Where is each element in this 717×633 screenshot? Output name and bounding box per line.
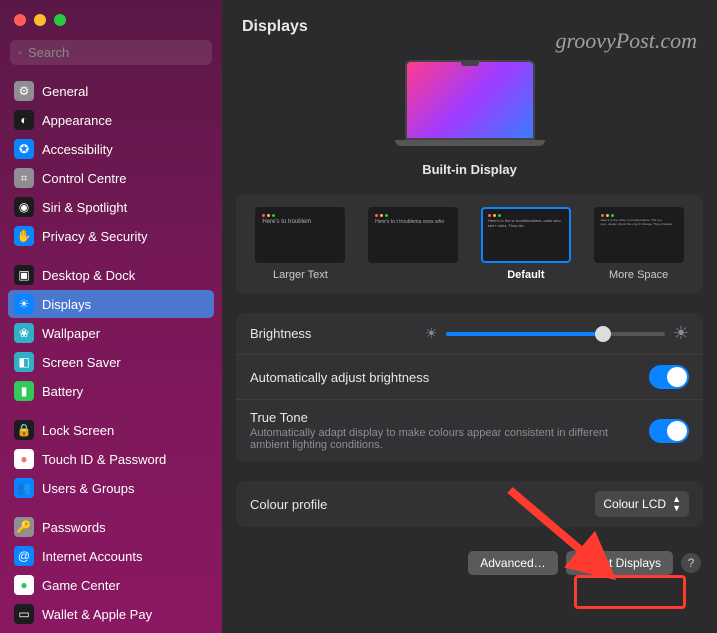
sidebar-item-label: Desktop & Dock <box>42 268 135 283</box>
users-groups-icon: 👥 <box>14 478 34 498</box>
resolution-label: Default <box>474 269 579 281</box>
sun-small-icon: ☀︎ <box>425 325 438 342</box>
minimize-icon[interactable] <box>34 14 46 26</box>
true-tone-label: True Tone <box>250 410 639 425</box>
passwords-icon: 🔑 <box>14 517 34 537</box>
display-name-label: Built-in Display <box>222 162 717 177</box>
sidebar-item-label: General <box>42 84 88 99</box>
sidebar-item-label: Displays <box>42 297 91 312</box>
privacy-security-icon: ✋ <box>14 226 34 246</box>
sidebar: ⚙ General ◐ Appearance ✪ Accessibility ⌗ Contro… <box>0 0 222 633</box>
sidebar-item-label: Battery <box>42 384 83 399</box>
colour-profile-label: Colour profile <box>250 497 585 512</box>
resolution-panel: Here's to troublemLarger TextHere's to t… <box>236 195 703 293</box>
search-icon <box>18 46 22 60</box>
zoom-icon[interactable] <box>54 14 66 26</box>
resolution-option[interactable]: Here's to troublemLarger Text <box>248 207 353 281</box>
brightness-label: Brightness <box>250 326 415 341</box>
sidebar-item-label: Passwords <box>42 520 106 535</box>
general-icon: ⚙ <box>14 81 34 101</box>
resolution-option[interactable]: Here's to the crazy on troublemakers. Th… <box>586 207 691 281</box>
sidebar-item-label: Wallpaper <box>42 326 100 341</box>
sidebar-item-label: Internet Accounts <box>42 549 142 564</box>
internet-accounts-icon: @ <box>14 546 34 566</box>
sidebar-item-label: Privacy & Security <box>42 229 147 244</box>
sidebar-item-privacy-security[interactable]: ✋ Privacy & Security <box>8 222 214 250</box>
sidebar-item-wallet-apple-pay[interactable]: ▭ Wallet & Apple Pay <box>8 600 214 628</box>
resolution-option[interactable]: Here's to t troublema ones who <box>361 207 466 281</box>
help-button[interactable]: ? <box>681 553 701 573</box>
sidebar-item-touch-id-password[interactable]: ● Touch ID & Password <box>8 445 214 473</box>
touch-id-password-icon: ● <box>14 449 34 469</box>
search-input[interactable] <box>28 45 204 60</box>
display-preview: Built-in Display <box>222 50 717 185</box>
control-centre-icon: ⌗ <box>14 168 34 188</box>
sidebar-item-label: Appearance <box>42 113 112 128</box>
sidebar-item-label: Users & Groups <box>42 481 134 496</box>
sidebar-item-control-centre[interactable]: ⌗ Control Centre <box>8 164 214 192</box>
true-tone-description: Automatically adapt display to make colo… <box>250 427 630 451</box>
sidebar-item-general[interactable]: ⚙ General <box>8 77 214 105</box>
content-pane: Displays Built-in Display Here's to trou… <box>222 0 717 633</box>
sidebar-item-accessibility[interactable]: ✪ Accessibility <box>8 135 214 163</box>
chevron-up-down-icon: ▲▼ <box>672 495 681 513</box>
battery-icon: ▮ <box>14 381 34 401</box>
auto-brightness-toggle[interactable] <box>649 365 689 389</box>
sidebar-item-label: Wallet & Apple Pay <box>42 607 152 622</box>
siri-spotlight-icon: ◉ <box>14 197 34 217</box>
close-icon[interactable] <box>14 14 26 26</box>
resolution-label: More Space <box>586 269 691 281</box>
brightness-panel: Brightness ☀︎ ☀︎ Automatically adjust br… <box>236 313 703 461</box>
sidebar-item-siri-spotlight[interactable]: ◉ Siri & Spotlight <box>8 193 214 221</box>
brightness-slider[interactable] <box>446 332 665 336</box>
sidebar-item-battery[interactable]: ▮ Battery <box>8 377 214 405</box>
sidebar-item-label: Accessibility <box>42 142 113 157</box>
sidebar-item-appearance[interactable]: ◐ Appearance <box>8 106 214 134</box>
colour-profile-panel: Colour profile Colour LCD ▲▼ <box>236 481 703 527</box>
window-controls <box>0 0 222 40</box>
search-field[interactable] <box>10 40 212 65</box>
laptop-icon <box>395 60 545 152</box>
auto-brightness-label: Automatically adjust brightness <box>250 370 639 385</box>
sidebar-nav: ⚙ General ◐ Appearance ✪ Accessibility ⌗ Contro… <box>0 73 222 633</box>
accessibility-icon: ✪ <box>14 139 34 159</box>
sidebar-item-screen-saver[interactable]: ◧ Screen Saver <box>8 348 214 376</box>
sidebar-item-passwords[interactable]: 🔑 Passwords <box>8 513 214 541</box>
colour-profile-select[interactable]: Colour LCD ▲▼ <box>595 491 689 517</box>
sidebar-item-game-center[interactable]: ● Game Center <box>8 571 214 599</box>
lock-screen-icon: 🔒 <box>14 420 34 440</box>
game-center-icon: ● <box>14 575 34 595</box>
sidebar-item-label: Game Center <box>42 578 120 593</box>
sidebar-item-label: Control Centre <box>42 171 127 186</box>
sidebar-item-wallpaper[interactable]: ❀ Wallpaper <box>8 319 214 347</box>
appearance-icon: ◐ <box>14 110 34 130</box>
true-tone-toggle[interactable] <box>649 419 689 443</box>
desktop-dock-icon: ▣ <box>14 265 34 285</box>
resolution-option[interactable]: Here's to the cr troublemakers, ones who… <box>474 207 579 281</box>
footer-actions: Advanced… Detect Displays ? <box>222 537 717 589</box>
page-title: Displays <box>222 0 717 50</box>
screen-saver-icon: ◧ <box>14 352 34 372</box>
sidebar-item-label: Screen Saver <box>42 355 121 370</box>
sidebar-item-users-groups[interactable]: 👥 Users & Groups <box>8 474 214 502</box>
sidebar-item-lock-screen[interactable]: 🔒 Lock Screen <box>8 416 214 444</box>
wallet-apple-pay-icon: ▭ <box>14 604 34 624</box>
sidebar-item-label: Lock Screen <box>42 423 114 438</box>
detect-displays-button[interactable]: Detect Displays <box>566 551 673 575</box>
advanced-button[interactable]: Advanced… <box>468 551 557 575</box>
resolution-label: Larger Text <box>248 269 353 281</box>
sidebar-item-label: Touch ID & Password <box>42 452 166 467</box>
system-settings-window: ⚙ General ◐ Appearance ✪ Accessibility ⌗ Contro… <box>0 0 717 633</box>
sun-large-icon: ☀︎ <box>673 323 689 344</box>
wallpaper-icon: ❀ <box>14 323 34 343</box>
sidebar-item-displays[interactable]: ☀ Displays <box>8 290 214 318</box>
sidebar-item-desktop-dock[interactable]: ▣ Desktop & Dock <box>8 261 214 289</box>
sidebar-item-label: Siri & Spotlight <box>42 200 127 215</box>
sidebar-item-internet-accounts[interactable]: @ Internet Accounts <box>8 542 214 570</box>
displays-icon: ☀ <box>14 294 34 314</box>
